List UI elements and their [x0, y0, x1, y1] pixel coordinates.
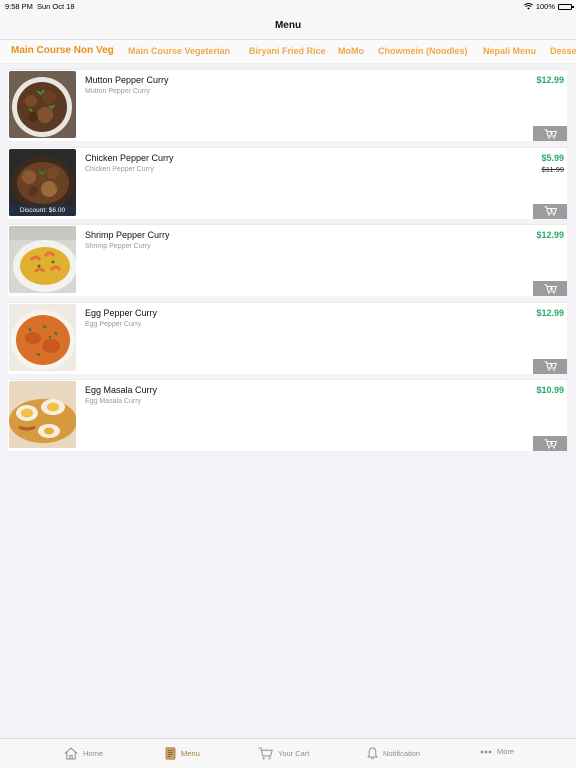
item-price: $12.99: [536, 230, 564, 240]
item-name: Egg Pepper Curry: [85, 307, 158, 318]
tab-home[interactable]: Home: [64, 747, 103, 760]
bell-icon: [367, 747, 378, 760]
status-date: Sun Oct 18: [37, 2, 75, 11]
item-name: Chicken Pepper Curry: [85, 152, 174, 163]
wifi-icon: [523, 3, 533, 10]
status-time: 9:58 PM: [5, 2, 33, 11]
food-image: [9, 226, 76, 293]
menu-item-card[interactable]: Egg Pepper Curry Egg Pepper Curry $12.99: [8, 301, 567, 374]
add-cart-icon: [544, 438, 557, 449]
category-biryani-fried-rice[interactable]: Biryani Fried Rice: [249, 46, 326, 56]
discount-badge: Discount: $6.00: [9, 204, 76, 216]
category-nepali-menu[interactable]: Nepali Menu: [483, 46, 536, 56]
add-cart-icon: [544, 206, 557, 216]
item-description: Shrimp Pepper Curry: [85, 243, 151, 250]
tab-your-cart[interactable]: Your Cart: [258, 747, 309, 760]
add-to-cart-button[interactable]: [533, 203, 567, 219]
menu-item-card[interactable]: Shrimp Pepper Curry Shrimp Pepper Curry …: [8, 224, 567, 296]
add-cart-icon: [544, 283, 557, 294]
page-title: Menu: [274, 20, 302, 31]
food-image: [9, 71, 76, 138]
tab-bar: Home Menu Your Cart Notification More: [0, 738, 576, 768]
category-chowmein[interactable]: Chowmein (Noodles): [378, 46, 468, 56]
status-bar: 9:58 PM Sun Oct 18 100%: [0, 0, 576, 12]
menu-item-card[interactable]: Discount: $6.00 Chicken Pepper Curry Chi…: [8, 146, 567, 219]
item-description: Mutton Pepper Curry: [85, 88, 150, 95]
item-name: Mutton Pepper Curry: [85, 75, 169, 85]
category-momo[interactable]: MoMo: [338, 46, 364, 56]
item-original-price: $11.99: [541, 164, 564, 174]
battery-percent: 100%: [535, 2, 555, 11]
menu-list: Mutton Pepper Curry Mutton Pepper Curry …: [8, 69, 567, 457]
cart-icon: [258, 747, 273, 760]
item-name: Egg Masala Curry: [85, 385, 158, 395]
tab-label: Menu: [181, 749, 200, 758]
tab-menu[interactable]: Menu: [165, 747, 200, 760]
item-price: $12.99: [536, 75, 564, 85]
food-image: Discount: $6.00: [9, 148, 76, 216]
tab-label: Your Cart: [278, 749, 310, 758]
add-cart-icon: [544, 361, 557, 371]
home-icon: [64, 747, 78, 760]
add-to-cart-button[interactable]: [533, 358, 567, 374]
category-desserts[interactable]: Desse: [550, 46, 576, 56]
food-image: [9, 303, 76, 371]
add-cart-icon: [544, 128, 557, 139]
tab-label: More: [497, 747, 515, 756]
category-main-course-non-veg[interactable]: Main Course Non Veg: [11, 45, 114, 56]
tab-more[interactable]: More: [480, 747, 514, 756]
menu-item-card[interactable]: Egg Masala Curry Egg Masala Curry $10.99: [8, 379, 567, 451]
item-price: $5.99: [541, 152, 564, 163]
tab-label: Home: [83, 749, 104, 758]
add-to-cart-button[interactable]: [533, 126, 567, 141]
tab-label: Notification: [383, 749, 421, 758]
menu-book-icon: [165, 747, 176, 760]
more-dots-icon: [480, 750, 492, 753]
menu-item-card[interactable]: Mutton Pepper Curry Mutton Pepper Curry …: [8, 69, 567, 141]
item-price: $12.99: [536, 307, 564, 318]
battery-icon: [558, 3, 574, 10]
item-description: Egg Pepper Curry: [85, 320, 142, 328]
item-name: Shrimp Pepper Curry: [85, 230, 170, 240]
nav-bar: Menu: [0, 12, 576, 40]
add-to-cart-button[interactable]: [533, 281, 567, 296]
food-image: [9, 381, 76, 448]
add-to-cart-button[interactable]: [533, 436, 567, 451]
item-price: $10.99: [536, 385, 564, 395]
item-description: Chicken Pepper Curry: [85, 165, 154, 173]
category-main-course-vegeterian[interactable]: Main Course Vegeterian: [128, 46, 230, 56]
category-tabs: Main Course Non Veg Main Course Vegeteri…: [0, 40, 576, 64]
tab-notification[interactable]: Notification: [367, 747, 420, 760]
item-description: Egg Masala Curry: [85, 398, 142, 405]
status-right: 100%: [523, 2, 574, 11]
